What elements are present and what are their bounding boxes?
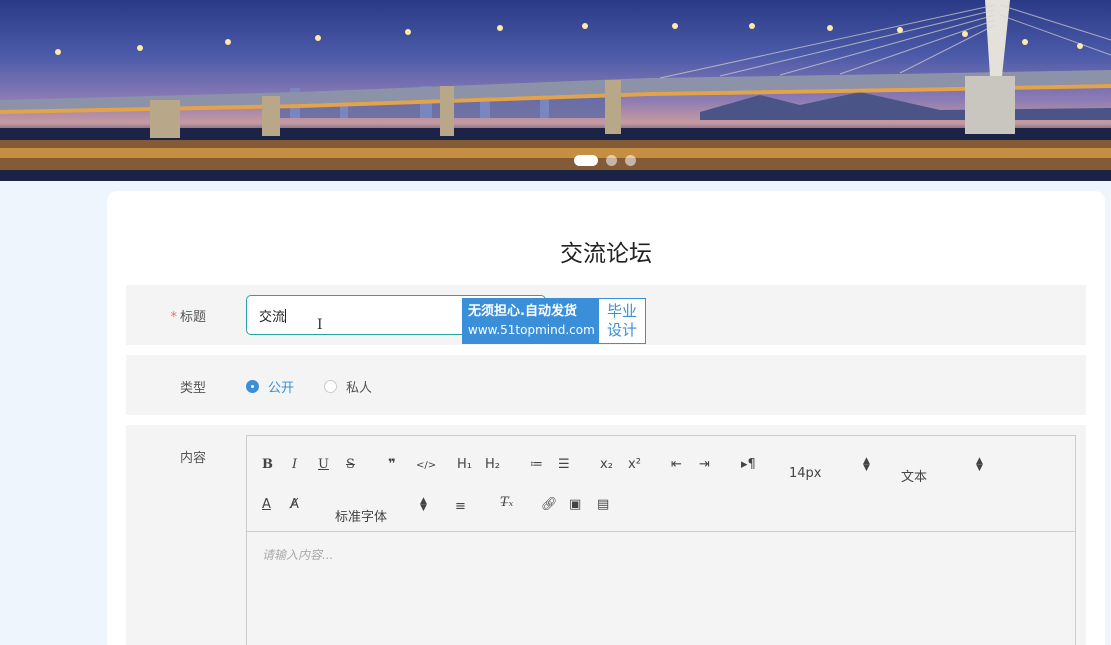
image-icon[interactable]: ▣ — [569, 496, 581, 514]
bullet-list-button[interactable]: ☰ — [558, 456, 570, 474]
type-form-row: 类型 公开 私人 — [126, 355, 1086, 415]
code-button[interactable]: </> — [416, 457, 436, 475]
editor-content-area[interactable]: 请输入内容... — [247, 533, 1075, 645]
watermark-line1: 无须担心.自动发货 — [468, 304, 577, 319]
radio-private[interactable]: 私人 — [324, 377, 372, 396]
superscript-button[interactable]: x² — [628, 456, 641, 474]
underline-button[interactable]: U — [318, 456, 329, 474]
type-radio-group: 公开 私人 — [246, 377, 372, 396]
italic-button[interactable]: I — [292, 456, 297, 474]
radio-public[interactable]: 公开 — [246, 377, 294, 396]
forum-form-card: 交流论坛 * 标题 交流 I 无须担心.自动发货 www.51topmind.co… — [107, 191, 1105, 645]
radio-public-label: 公开 — [268, 381, 295, 396]
outdent-button[interactable]: ⇤ — [671, 456, 682, 474]
carousel-dot-3[interactable] — [625, 155, 636, 166]
h1-button[interactable]: H₁ — [457, 456, 472, 474]
link-icon[interactable]: 🔗︎ — [541, 496, 558, 514]
radio-unchecked-icon — [324, 380, 338, 393]
background-color-icon[interactable]: A̸ — [290, 496, 299, 514]
ordered-list-button[interactable]: ≔ — [530, 456, 543, 474]
rich-text-editor: B I U S ❞ </> H₁ H₂ ≔ ☰ x₂ x² ⇤ ⇥ ▸¶ 14p… — [246, 435, 1076, 645]
blockquote-button[interactable]: ❞ — [388, 456, 396, 474]
watermark-right-line2: 设计 — [606, 321, 637, 339]
ibeam-cursor-icon: I — [317, 317, 323, 333]
size-arrows-icon[interactable]: ▲ ▼ — [863, 457, 870, 473]
font-family-select[interactable]: 标准字体 — [335, 506, 387, 525]
title-label-text: 标题 — [179, 310, 206, 325]
radio-checked-icon — [246, 380, 259, 393]
content-label: 内容 — [179, 451, 206, 466]
watermark-line2: www.51topmind.com — [468, 323, 595, 337]
clear-format-icon[interactable]: T̶ₓ — [500, 494, 513, 512]
video-icon[interactable]: ▤ — [597, 496, 609, 514]
title-input-value: 交流 — [259, 310, 286, 325]
watermark-badge: 无须担心.自动发货 www.51topmind.com 毕业 设计 — [462, 298, 646, 344]
h2-button[interactable]: H₂ — [485, 456, 500, 474]
header-select[interactable]: 文本 — [901, 466, 927, 485]
bridge-night-image — [0, 0, 1111, 181]
align-icon[interactable]: ≡ — [455, 498, 466, 516]
text-caret — [285, 309, 287, 323]
page-title: 交流论坛 — [560, 241, 652, 267]
subscript-button[interactable]: x₂ — [600, 456, 613, 474]
header-arrows-icon[interactable]: ▲ ▼ — [976, 457, 983, 473]
carousel-dot-1[interactable] — [574, 155, 598, 166]
content-form-row: 内容 B I U S ❞ </> H₁ H₂ ≔ ☰ x₂ x² ⇤ ⇥ ▸¶ … — [126, 425, 1086, 645]
banner-carousel[interactable] — [0, 0, 1111, 181]
font-size-select[interactable]: 14px — [789, 466, 822, 481]
editor-toolbar: B I U S ❞ </> H₁ H₂ ≔ ☰ x₂ x² ⇤ ⇥ ▸¶ 14p… — [247, 436, 1075, 532]
required-mark: * — [170, 310, 177, 325]
type-label: 类型 — [179, 381, 206, 396]
indent-button[interactable]: ⇥ — [699, 456, 710, 474]
watermark-right-line1: 毕业 — [606, 302, 637, 320]
carousel-dot-2[interactable] — [606, 155, 617, 166]
radio-private-label: 私人 — [346, 381, 373, 396]
text-direction-button[interactable]: ▸¶ — [741, 456, 756, 474]
title-label: * 标题 — [126, 306, 206, 325]
editor-placeholder: 请输入内容... — [262, 548, 334, 562]
font-color-icon[interactable]: A — [262, 496, 271, 514]
font-arrows-icon[interactable]: ▲ ▼ — [420, 497, 427, 513]
carousel-indicators — [574, 155, 636, 166]
title-form-row: * 标题 交流 I 无须担心.自动发货 www.51topmind.com 毕业 … — [126, 285, 1086, 345]
bold-button[interactable]: B — [262, 456, 273, 474]
strike-button[interactable]: S — [346, 456, 355, 474]
